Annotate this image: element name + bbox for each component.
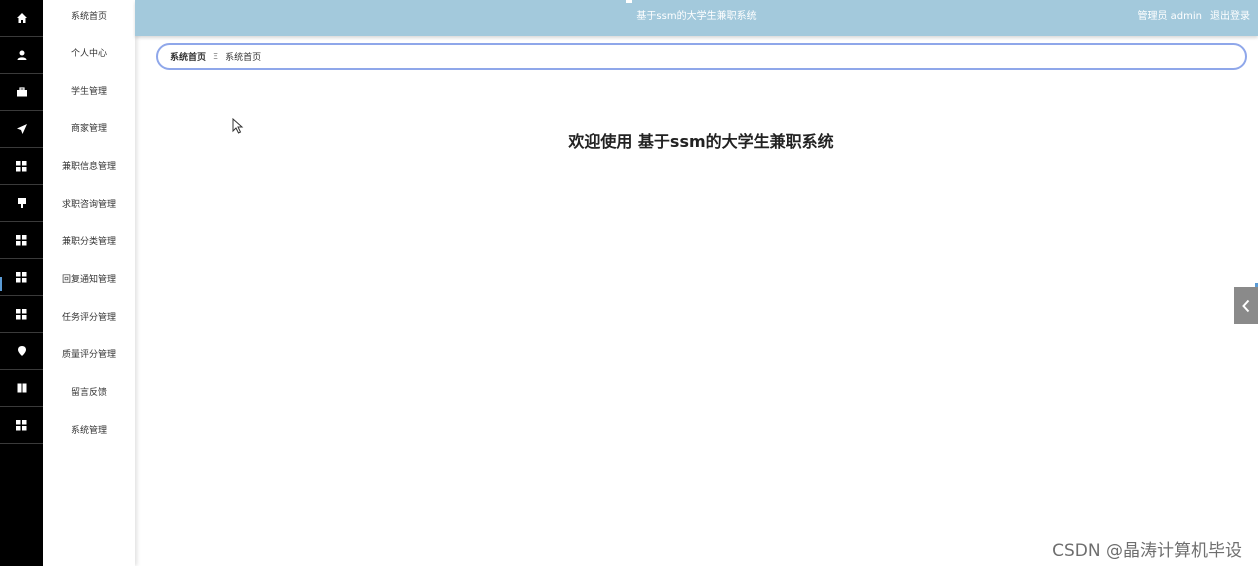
- sidebar-icon-merchants[interactable]: [0, 111, 43, 148]
- sidebar-icon-quality-rating[interactable]: [0, 333, 43, 370]
- sidebar-item-system[interactable]: 系统管理: [43, 411, 135, 448]
- logout-link[interactable]: 退出登录: [1210, 11, 1250, 22]
- header-user-area: 管理员 admin 退出登录: [1129, 0, 1250, 34]
- briefcase-icon: [16, 87, 27, 97]
- sidebar-icon-rail: [0, 0, 43, 566]
- sidebar-icon-job-info[interactable]: [0, 148, 43, 185]
- sidebar-menu: 系统首页 个人中心 学生管理 商家管理 兼职信息管理 求职咨询管理 兼职分类管理…: [43, 0, 135, 566]
- admin-user-label: 管理员 admin: [1137, 11, 1202, 22]
- sidebar-item-task-rating[interactable]: 任务评分管理: [43, 298, 135, 335]
- breadcrumb: 系统首页 Ξ 系统首页: [156, 43, 1247, 70]
- breadcrumb-separator: Ξ: [213, 52, 219, 61]
- sidebar-icon-task-rating[interactable]: [0, 296, 43, 333]
- sidebar-item-students[interactable]: 学生管理: [43, 72, 135, 109]
- sidebar-icon-system[interactable]: [0, 407, 43, 444]
- sidebar-item-categories[interactable]: 兼职分类管理: [43, 222, 135, 259]
- app-title: 基于ssm的大学生兼职系统: [636, 11, 757, 22]
- chevron-left-icon: [1242, 299, 1250, 312]
- breadcrumb-current: 系统首页: [225, 53, 262, 63]
- grid-icon: [16, 308, 27, 319]
- book-icon: [17, 383, 26, 393]
- sidebar-item-feedback[interactable]: 留言反馈: [43, 373, 135, 410]
- user-icon: [17, 50, 26, 60]
- top-header: 基于ssm的大学生兼职系统 管理员 admin 退出登录: [135, 0, 1258, 36]
- grid-icon: [16, 234, 27, 245]
- sidebar-item-home[interactable]: 系统首页: [43, 0, 135, 34]
- sidebar-item-personal[interactable]: 个人中心: [43, 34, 135, 71]
- watermark-text: CSDN @晶涛计算机毕设: [1052, 541, 1242, 561]
- sidebar-item-job-info[interactable]: 兼职信息管理: [43, 147, 135, 184]
- grid-icon: [16, 271, 27, 282]
- grid-icon: [16, 419, 27, 430]
- rail-scroll-marker: [0, 277, 2, 291]
- right-panel-toggle[interactable]: [1234, 287, 1258, 324]
- sidebar-icon-students[interactable]: [0, 74, 43, 111]
- breadcrumb-home[interactable]: 系统首页: [170, 50, 206, 63]
- sidebar-icon-personal[interactable]: [0, 37, 43, 74]
- sidebar-icon-feedback[interactable]: [0, 370, 43, 407]
- sign-icon: [17, 198, 26, 208]
- sidebar-icon-categories[interactable]: [0, 222, 43, 259]
- sidebar-icon-home[interactable]: [0, 0, 43, 37]
- home-icon: [16, 13, 27, 23]
- sidebar-item-quality-rating[interactable]: 质量评分管理: [43, 335, 135, 372]
- top-resize-handle: [626, 0, 632, 3]
- sidebar-item-replies[interactable]: 回复通知管理: [43, 260, 135, 297]
- map-pin-icon: [17, 346, 26, 356]
- sidebar-item-consult[interactable]: 求职咨询管理: [43, 185, 135, 222]
- sidebar-icon-replies[interactable]: [0, 259, 43, 296]
- app-root: 系统首页 个人中心 学生管理 商家管理 兼职信息管理 求职咨询管理 兼职分类管理…: [0, 0, 1258, 566]
- sidebar-item-merchants[interactable]: 商家管理: [43, 109, 135, 146]
- welcome-heading: 欢迎使用 基于ssm的大学生兼职系统: [568, 132, 834, 151]
- mouse-cursor-icon: [232, 118, 244, 134]
- sidebar-icon-consult[interactable]: [0, 185, 43, 222]
- send-icon: [16, 124, 27, 134]
- grid-icon: [16, 160, 27, 171]
